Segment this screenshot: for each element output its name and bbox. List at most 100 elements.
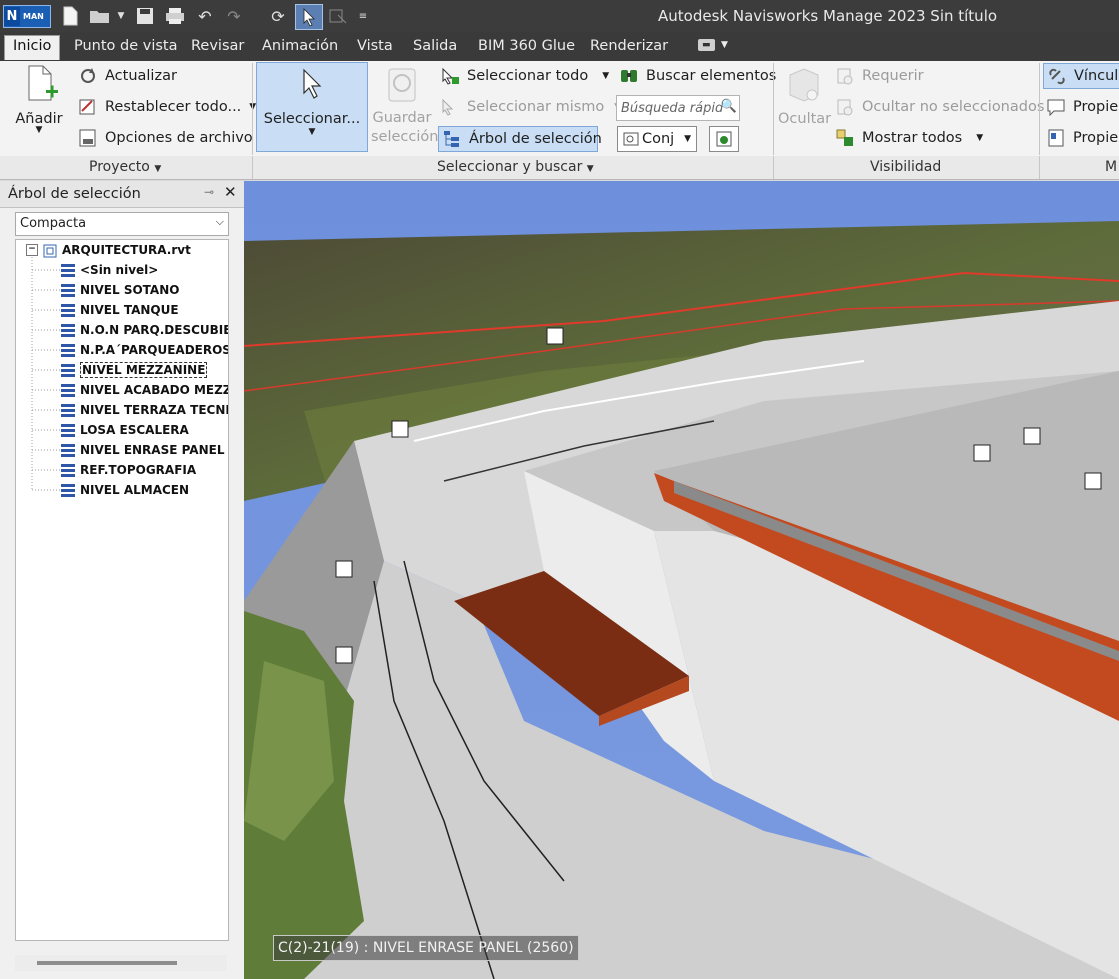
links-button[interactable]: Vínculo — [1043, 63, 1119, 89]
add-file-icon — [28, 65, 58, 101]
group-select-label: Seleccionar y buscar — [437, 159, 583, 175]
reset-label: Restablecer todo... — [105, 99, 242, 115]
tree-item[interactable]: N.O.N PARQ.DESCUBIERT — [60, 320, 228, 340]
scrollbar-thumb[interactable] — [37, 961, 177, 965]
tree-item-label: REF.TOPOGRAFIA — [80, 463, 197, 477]
redo-icon[interactable]: ↷ — [223, 4, 245, 28]
tab-vista[interactable]: Vista — [357, 38, 393, 54]
level-icon — [60, 343, 76, 357]
require-button[interactable]: Requerir — [836, 67, 924, 85]
tree-item[interactable]: NIVEL ENRASE PANEL — [60, 440, 224, 460]
tree-item[interactable]: NIVEL ACABADO MEZZA — [60, 380, 228, 400]
tree-item-label: <Sin nivel> — [80, 263, 159, 277]
close-icon[interactable]: ✕ — [224, 183, 237, 201]
properties-button-1[interactable]: Propie — [1047, 98, 1118, 117]
save-selection-icon — [388, 68, 416, 102]
group-proyecto[interactable]: Proyecto ▼ — [89, 159, 161, 175]
tree-item-label: N.O.N PARQ.DESCUBIERT — [80, 323, 228, 337]
tree-item[interactable]: N.P.A´PARQUEADEROS — [60, 340, 228, 360]
open-folder-icon[interactable] — [88, 4, 112, 28]
add-button[interactable]: Añadir ▼ — [8, 63, 70, 135]
quick-find-input[interactable]: Búsqueda rápid 🔍 — [616, 95, 740, 121]
sets-dropdown[interactable]: Conj ▼ — [617, 126, 697, 152]
tree-mode-select[interactable]: Compacta ⌵ — [15, 212, 229, 236]
level-icon — [60, 443, 76, 457]
tab-bim360-glue[interactable]: BIM 360 Glue — [478, 38, 575, 54]
logo-letter: N — [4, 7, 20, 26]
open-dropdown-icon[interactable]: ▼ — [114, 4, 128, 28]
select-same-button[interactable]: Seleccionar mismo ▼ — [441, 98, 621, 116]
tab-revisar[interactable]: Revisar — [191, 38, 244, 54]
tree-item-label: NIVEL ENRASE PANEL — [80, 443, 225, 457]
group-select-dropdown-icon: ▼ — [586, 164, 594, 174]
tab-inicio[interactable]: Inicio — [4, 35, 61, 60]
3d-viewport[interactable]: C(2)-21(19) : NIVEL ENRASE PANEL (2560) — [244, 181, 1119, 979]
tab-salida[interactable]: Salida — [413, 38, 457, 54]
tab-punto-de-vista[interactable]: Punto de vista — [74, 38, 178, 54]
quick-find-search-icon[interactable]: 🔍 — [721, 99, 737, 114]
undo-icon[interactable]: ↶ — [194, 4, 216, 28]
group-visibilidad: Visibilidad — [870, 159, 942, 175]
workspace-dropdown-icon[interactable]: ▼ — [721, 40, 728, 50]
group-seleccionar[interactable]: Seleccionar y buscar ▼ — [437, 159, 594, 175]
show-all-button[interactable]: Mostrar todos ▼ — [836, 129, 983, 147]
binoculars-icon — [620, 67, 638, 85]
selection-tree-button[interactable]: Árbol de selección — [438, 126, 602, 152]
tab-animacion[interactable]: Animación — [262, 38, 338, 54]
reset-all-button[interactable]: Restablecer todo... ▼ — [79, 98, 256, 116]
workspace-toggle-icon[interactable]: ▬ — [698, 39, 715, 51]
tab-renderizar[interactable]: Renderizar — [590, 38, 668, 54]
tree-item-label: NIVEL SOTANO — [80, 283, 180, 297]
tree-mode-value: Compacta — [20, 216, 87, 231]
quick-access-customize-icon[interactable]: ≡ — [356, 4, 370, 28]
new-file-icon[interactable] — [58, 4, 82, 28]
save-selection-label-2: selección — [371, 129, 439, 145]
manage-sets-button[interactable] — [709, 126, 739, 152]
group-separator — [252, 156, 253, 179]
level-icon — [60, 463, 76, 477]
properties-bubble-icon — [1047, 98, 1065, 117]
select-pointer-icon[interactable] — [295, 4, 323, 30]
window-title: Autodesk Navisworks Manage 2023 Sin títu… — [658, 7, 998, 25]
save-selection-button[interactable]: Guardar selección — [371, 65, 439, 147]
links-label: Vínculo — [1074, 68, 1119, 84]
collapse-icon[interactable]: − — [26, 244, 38, 256]
quick-find-placeholder: Búsqueda rápid — [621, 100, 724, 116]
tree-item[interactable]: NIVEL TERRAZA TECNICA — [60, 400, 228, 420]
hide-button[interactable]: Ocultar — [778, 65, 831, 127]
sets-icon — [622, 130, 640, 148]
refresh-icon[interactable]: ⟳ — [266, 4, 290, 28]
selection-tree-panel: Árbol de selección ⊸ ✕ Compacta ⌵ − ARQU… — [0, 181, 245, 979]
tree-view[interactable]: − ARQUITECTURA.rvt <Sin nivel> NIVEL SOTA… — [15, 239, 229, 941]
select-box-icon[interactable] — [326, 4, 350, 28]
tree-item[interactable]: NIVEL MEZZANINE — [60, 360, 208, 380]
tree-item-label: NIVEL TANQUE — [80, 303, 179, 317]
save-selection-label-1: Guardar — [372, 110, 432, 126]
properties-button-2[interactable]: Propie — [1047, 129, 1118, 147]
level-icon — [60, 423, 76, 437]
tree-item[interactable]: NIVEL TANQUE — [60, 300, 179, 320]
hide-unselected-button[interactable]: Ocultar no seleccionados — [836, 98, 1044, 116]
tree-item[interactable]: NIVEL ALMACEN — [60, 480, 189, 500]
find-items-label: Buscar elementos — [646, 68, 777, 84]
select-all-icon — [441, 67, 459, 85]
tree-item[interactable]: LOSA ESCALERA — [60, 420, 189, 440]
select-button[interactable]: Seleccionar... ▼ — [256, 62, 368, 152]
find-items-button[interactable]: Buscar elementos — [620, 67, 776, 85]
select-same-label: Seleccionar mismo — [467, 99, 605, 115]
pin-icon[interactable]: ⊸ — [204, 185, 214, 199]
tree-root[interactable]: − ARQUITECTURA.rvt — [26, 240, 191, 260]
tree-item[interactable]: <Sin nivel> — [60, 260, 158, 280]
panel-title: Árbol de selección — [8, 186, 141, 202]
select-all-button[interactable]: Seleccionar todo ▼ — [441, 67, 609, 85]
save-icon[interactable] — [134, 4, 156, 28]
file-options-button[interactable]: Opciones de archivo — [79, 129, 253, 147]
ribbon-panel: Añadir ▼ Actualizar Restablecer todo... … — [0, 61, 1119, 157]
tree-item[interactable]: NIVEL SOTANO — [60, 280, 179, 300]
refresh-button[interactable]: Actualizar — [79, 67, 177, 85]
ribbon-tabs: Inicio Punto de vista Revisar Animación … — [0, 32, 1119, 61]
app-logo[interactable]: N MAN — [3, 5, 51, 28]
tree-item[interactable]: REF.TOPOGRAFIA — [60, 460, 196, 480]
horizontal-scrollbar[interactable] — [15, 955, 227, 971]
print-icon[interactable] — [163, 4, 187, 28]
